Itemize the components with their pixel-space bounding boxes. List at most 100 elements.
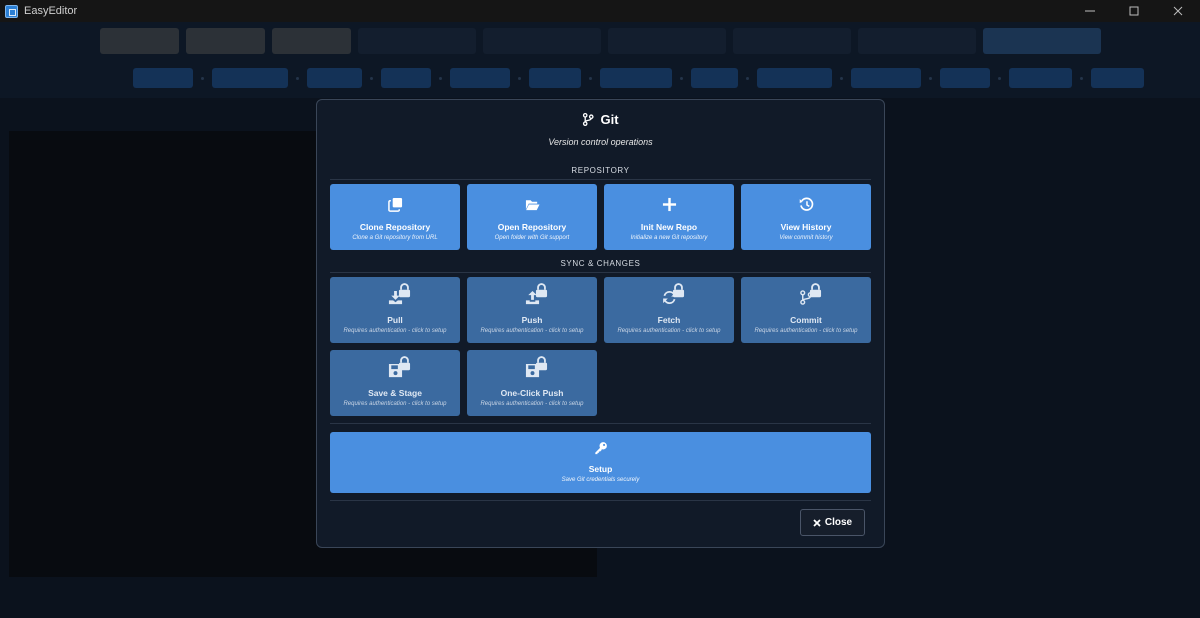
git-modal: Git Version control operations REPOSITOR… — [316, 99, 885, 548]
card-description: Initialize a new Git repository — [630, 235, 708, 241]
section-divider — [330, 423, 871, 424]
card-label: Pull — [387, 315, 403, 325]
setup-label: Setup — [588, 464, 613, 474]
pull-button[interactable]: Pull Requires authentication - click to … — [330, 277, 460, 343]
card-label: Clone Repository — [359, 222, 431, 232]
background-button — [358, 28, 476, 54]
push-button[interactable]: Push Requires authentication - click to … — [467, 277, 597, 343]
card-description: Open folder with Git support — [494, 235, 570, 241]
card-icon-wrap — [522, 283, 548, 307]
close-button-label: Close — [824, 517, 853, 528]
background-chip — [1091, 68, 1144, 88]
plus-icon — [662, 197, 676, 211]
window-close-button[interactable] — [1156, 0, 1200, 22]
lock-icon — [535, 356, 548, 371]
window-controls — [1068, 0, 1200, 22]
card-description: Requires authentication - click to setup — [343, 328, 447, 334]
maximize-icon — [1129, 6, 1139, 16]
background-chip — [600, 68, 672, 88]
modal-title-text: Git — [600, 112, 619, 127]
commit-button[interactable]: Commit Requires authentication - click t… — [741, 277, 871, 343]
card-description: Requires authentication - click to setup — [754, 328, 858, 334]
background-toolbar-row — [100, 28, 1101, 54]
modal-title: Git — [317, 112, 884, 127]
background-chip — [940, 68, 990, 88]
background-chip — [212, 68, 288, 88]
card-description: Requires authentication - click to setup — [480, 401, 584, 407]
repository-grid: Clone Repository Clone a Git repository … — [330, 184, 871, 250]
card-label: View History — [780, 222, 832, 232]
setup-description: Save Git credentials securely — [561, 477, 640, 483]
background-button — [272, 28, 351, 54]
card-description: View commit history — [779, 235, 833, 241]
background-chip — [133, 68, 193, 88]
section-divider — [330, 179, 871, 180]
background-chip — [450, 68, 510, 88]
clone-repository-button[interactable]: Clone Repository Clone a Git repository … — [330, 184, 460, 250]
fetch-button[interactable]: Fetch Requires authentication - click to… — [604, 277, 734, 343]
close-button[interactable]: Close — [800, 509, 865, 536]
modal-subtitle: Version control operations — [548, 137, 653, 147]
background-chip — [851, 68, 921, 88]
card-icon-wrap — [385, 283, 411, 307]
card-description: Requires authentication - click to setup — [480, 328, 584, 334]
background-chip — [757, 68, 832, 88]
setup-button[interactable]: Setup Save Git credentials securely — [330, 432, 871, 493]
window-title: EasyEditor — [24, 5, 78, 17]
save-and-stage-button[interactable]: Save & Stage Requires authentication - c… — [330, 350, 460, 416]
background-button — [186, 28, 265, 54]
close-icon — [813, 518, 821, 527]
background-button — [983, 28, 1101, 54]
folder-open-icon — [525, 199, 540, 210]
modal-header: Git Version control operations — [317, 100, 884, 160]
background-toolbar — [0, 22, 1200, 98]
section-divider — [330, 500, 871, 501]
background-button — [608, 28, 726, 54]
code-branch-icon — [583, 113, 595, 126]
background-button — [733, 28, 851, 54]
lock-icon — [672, 283, 685, 298]
background-button — [483, 28, 601, 54]
lock-icon — [398, 283, 411, 298]
background-chip — [691, 68, 738, 88]
view-history-button[interactable]: View History View commit history — [741, 184, 871, 250]
open-repository-button[interactable]: Open Repository Open folder with Git sup… — [467, 184, 597, 250]
minimize-icon — [1085, 10, 1095, 12]
card-icon-wrap — [796, 283, 822, 307]
card-description: Requires authentication - click to setup — [617, 328, 721, 334]
background-button — [100, 28, 179, 54]
clone-icon — [387, 197, 402, 212]
card-icon-wrap — [385, 194, 405, 214]
card-icon-wrap — [522, 194, 542, 214]
card-icon-wrap — [659, 194, 679, 214]
card-icon-wrap — [659, 283, 685, 307]
section-label-sync: SYNC & CHANGES — [560, 259, 641, 268]
card-label: Push — [521, 315, 543, 325]
minimize-button[interactable] — [1068, 0, 1112, 22]
card-label: One-Click Push — [500, 388, 564, 398]
card-label: Fetch — [657, 315, 681, 325]
card-label: Init New Repo — [640, 222, 698, 232]
card-icon-wrap — [796, 194, 816, 214]
window-titlebar: EasyEditor — [0, 0, 1200, 22]
sync-grid: Pull Requires authentication - click to … — [330, 277, 871, 416]
history-icon — [799, 197, 813, 211]
background-chip — [529, 68, 581, 88]
init-new-repo-button[interactable]: Init New Repo Initialize a new Git repos… — [604, 184, 734, 250]
maximize-button[interactable] — [1112, 0, 1156, 22]
card-label: Save & Stage — [368, 388, 422, 398]
lock-icon — [398, 356, 411, 371]
card-description: Clone a Git repository from URL — [352, 235, 438, 241]
card-description: Requires authentication - click to setup — [343, 401, 447, 407]
close-icon — [1173, 6, 1183, 16]
lock-icon — [535, 283, 548, 298]
one-click-push-button[interactable]: One-Click Push Requires authentication -… — [467, 350, 597, 416]
background-chip — [1009, 68, 1072, 88]
key-icon — [594, 442, 607, 455]
card-icon-wrap — [522, 356, 548, 380]
background-chip — [381, 68, 431, 88]
background-format-row — [133, 68, 1144, 88]
background-button — [858, 28, 976, 54]
section-divider — [330, 272, 871, 273]
card-icon-wrap — [385, 356, 411, 380]
